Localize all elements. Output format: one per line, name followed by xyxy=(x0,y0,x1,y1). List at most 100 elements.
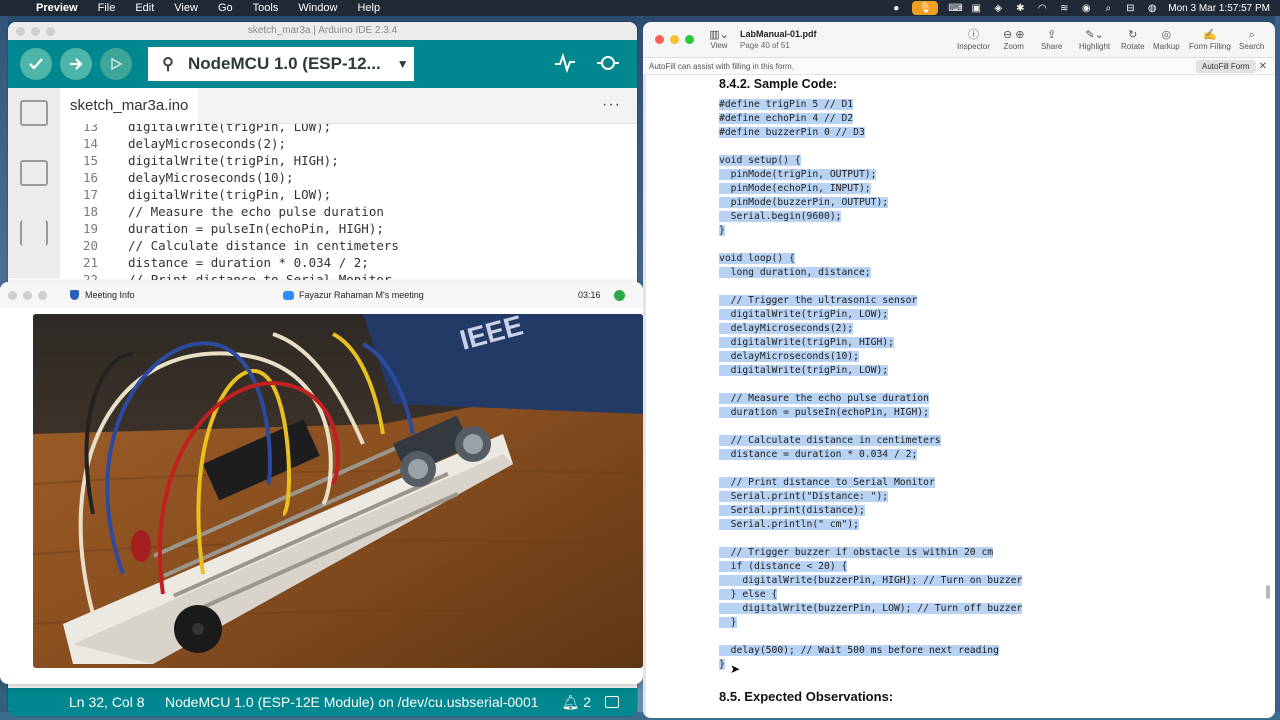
pdf-code-line: Serial.print("Distance: "); xyxy=(719,490,1022,504)
shield-icon xyxy=(70,290,79,300)
search-icon[interactable]: ⌕ xyxy=(1102,3,1114,14)
board-selector[interactable]: ⚲ NodeMCU 1.0 (ESP-12... ▼ xyxy=(148,47,414,81)
siri-icon[interactable]: ◍ xyxy=(1146,3,1158,14)
record-dot-icon[interactable]: ● xyxy=(890,3,902,14)
form-filling-icon: ✍ xyxy=(1203,29,1217,41)
notifications-indicator[interactable]: 🔔︎ 2 xyxy=(562,694,591,711)
keyboard-icon[interactable]: ⌨ xyxy=(948,3,962,14)
board-name: NodeMCU 1.0 (ESP-12... xyxy=(188,54,381,73)
serial-plotter-icon[interactable] xyxy=(554,52,576,80)
zoom-controls[interactable]: ⊖ ⊕ Zoom xyxy=(1003,28,1025,51)
search-button[interactable]: ⌕ Search xyxy=(1239,28,1264,51)
gallery-icon[interactable]: ▣ xyxy=(970,3,982,14)
folder-icon[interactable] xyxy=(20,100,48,126)
pdf-code-text: Serial.println(" cm"); xyxy=(719,519,859,530)
menu-tools[interactable]: Tools xyxy=(243,2,289,14)
boards-manager-icon[interactable] xyxy=(20,160,48,186)
highlight-button[interactable]: ✎⌄ Highlight xyxy=(1079,28,1110,51)
close-button[interactable] xyxy=(8,291,17,300)
menu-edit[interactable]: Edit xyxy=(125,2,164,14)
upload-button[interactable] xyxy=(60,48,92,80)
zoom-button[interactable] xyxy=(685,35,694,44)
sample-code-block[interactable]: #define trigPin 5 // D1 #define echoPin 4… xyxy=(719,98,1023,672)
menu-window[interactable]: Window xyxy=(288,2,347,14)
breadboard-video: IEEE xyxy=(33,314,643,668)
pdf-code-text: #define buzzerPin 0 // D3 xyxy=(719,127,865,138)
document-name[interactable]: LabManual-01.pdf xyxy=(740,29,817,39)
markup-button[interactable]: ◎ Markup xyxy=(1153,28,1180,51)
share-label: Share xyxy=(1041,42,1063,51)
code-line: 17 digitalWrite(trigPin, LOW); xyxy=(60,186,637,203)
pdf-code-line: } xyxy=(719,616,1022,630)
preview-toolbar: ▥⌄ View LabManual-01.pdf Page 40 of 51 ⓘ… xyxy=(643,22,1275,58)
bell-icon: 🔔︎ xyxy=(561,693,580,710)
autofill-message: AutoFill can assist with filling in this… xyxy=(649,62,794,71)
menu-help[interactable]: Help xyxy=(347,2,390,14)
menu-app-name[interactable]: Preview xyxy=(30,2,88,14)
zoom-button[interactable] xyxy=(46,27,55,36)
magnifier-icon: ⌕ xyxy=(1248,29,1255,41)
pdf-code-line xyxy=(719,420,1022,434)
pdf-code-line: Serial.println(" cm"); xyxy=(719,518,1022,532)
layers-icon[interactable]: ◈ xyxy=(992,3,1004,14)
pdf-code-text: delayMicroseconds(2); xyxy=(719,323,854,334)
meeting-info-button[interactable]: Meeting Info xyxy=(70,290,135,300)
menu-view[interactable]: View xyxy=(164,2,208,14)
pdf-code-text: digitalWrite(trigPin, LOW); xyxy=(719,365,889,376)
security-status-icon[interactable] xyxy=(614,290,625,301)
meeting-title-bar[interactable]: Meeting Info Fayazur Rahaman M's meeting… xyxy=(0,282,643,308)
pdf-code-text: digitalWrite(trigPin, LOW); xyxy=(719,309,889,320)
markup-label: Markup xyxy=(1153,42,1180,51)
serial-monitor-icon[interactable] xyxy=(596,52,620,80)
pdf-code-text: } else { xyxy=(719,589,778,600)
code-editor[interactable]: 13 digitalWrite(trigPin, LOW); 14 delayMic… xyxy=(60,124,637,280)
pdf-code-line: delayMicroseconds(2); xyxy=(719,322,1022,336)
verify-button[interactable] xyxy=(20,48,52,80)
pdf-code-line xyxy=(719,462,1022,476)
arduino-title-bar[interactable]: sketch_mar3a | Arduino IDE 2.3.4 xyxy=(8,22,637,40)
view-label: View xyxy=(710,41,728,50)
close-button[interactable] xyxy=(16,27,25,36)
menu-file[interactable]: File xyxy=(88,2,126,14)
more-options-icon[interactable]: ··· xyxy=(602,88,621,122)
headphones-icon[interactable]: ◠ xyxy=(1036,3,1048,14)
pdf-page[interactable]: 8.4.2. Sample Code: #define trigPin 5 //… xyxy=(643,75,1275,718)
cursor-position[interactable]: Ln 32, Col 8 xyxy=(8,694,165,710)
line-number: 17 xyxy=(82,187,98,202)
debug-button[interactable] xyxy=(100,48,132,80)
board-port-status[interactable]: NodeMCU 1.0 (ESP-12E Module) on /dev/cu.… xyxy=(165,694,539,710)
minimize-button[interactable] xyxy=(31,27,40,36)
close-button[interactable] xyxy=(655,35,664,44)
form-filling-button[interactable]: ✍ Form Filling xyxy=(1189,28,1231,51)
control-center-icon[interactable]: ⊟ xyxy=(1124,3,1136,14)
minimize-button[interactable] xyxy=(23,291,32,300)
menu-go[interactable]: Go xyxy=(208,2,243,14)
line-text: distance = duration * 0.034 / 2; xyxy=(128,255,369,270)
microphone-indicator-icon[interactable]: 🎙 xyxy=(912,1,939,15)
rotate-button[interactable]: ↻ Rotate xyxy=(1121,28,1145,51)
inspector-button[interactable]: ⓘ Inspector xyxy=(957,28,990,51)
meeting-window: Meeting Info Fayazur Rahaman M's meeting… xyxy=(0,282,643,684)
meeting-name-label: Fayazur Rahaman M's meeting xyxy=(299,290,424,300)
library-manager-icon[interactable] xyxy=(20,220,48,246)
minimize-button[interactable] xyxy=(670,35,679,44)
markup-icon: ◎ xyxy=(1161,29,1172,41)
preview-window: ▥⌄ View LabManual-01.pdf Page 40 of 51 ⓘ… xyxy=(643,22,1275,718)
pdf-code-text: // Trigger buzzer if obstacle is within … xyxy=(719,547,994,558)
code-line: 13 digitalWrite(trigPin, LOW); xyxy=(60,124,637,135)
tab-sketch-file[interactable]: sketch_mar3a.ino xyxy=(60,88,199,124)
arrow-right-icon xyxy=(70,58,83,70)
scrollbar-thumb[interactable] xyxy=(1266,585,1270,599)
wifi-icon[interactable]: ≋ xyxy=(1058,3,1070,14)
autofill-form-button[interactable]: AutoFill Form xyxy=(1196,60,1256,73)
zoom-button[interactable] xyxy=(38,291,47,300)
menubar-clock[interactable]: Mon 3 Mar 1:57:57 PM xyxy=(1168,3,1270,14)
share-button[interactable]: ⇪ Share xyxy=(1041,28,1062,51)
bluetooth-icon[interactable]: ✱ xyxy=(1014,3,1026,14)
pdf-code-line xyxy=(719,140,1022,154)
close-icon[interactable]: ✕ xyxy=(1259,58,1267,75)
user-icon[interactable]: ◉ xyxy=(1080,3,1092,14)
view-menu-button[interactable]: ▥⌄ View xyxy=(705,28,733,50)
pdf-code-line: #define trigPin 5 // D1 xyxy=(719,98,1022,112)
output-panel-icon[interactable] xyxy=(605,696,619,708)
